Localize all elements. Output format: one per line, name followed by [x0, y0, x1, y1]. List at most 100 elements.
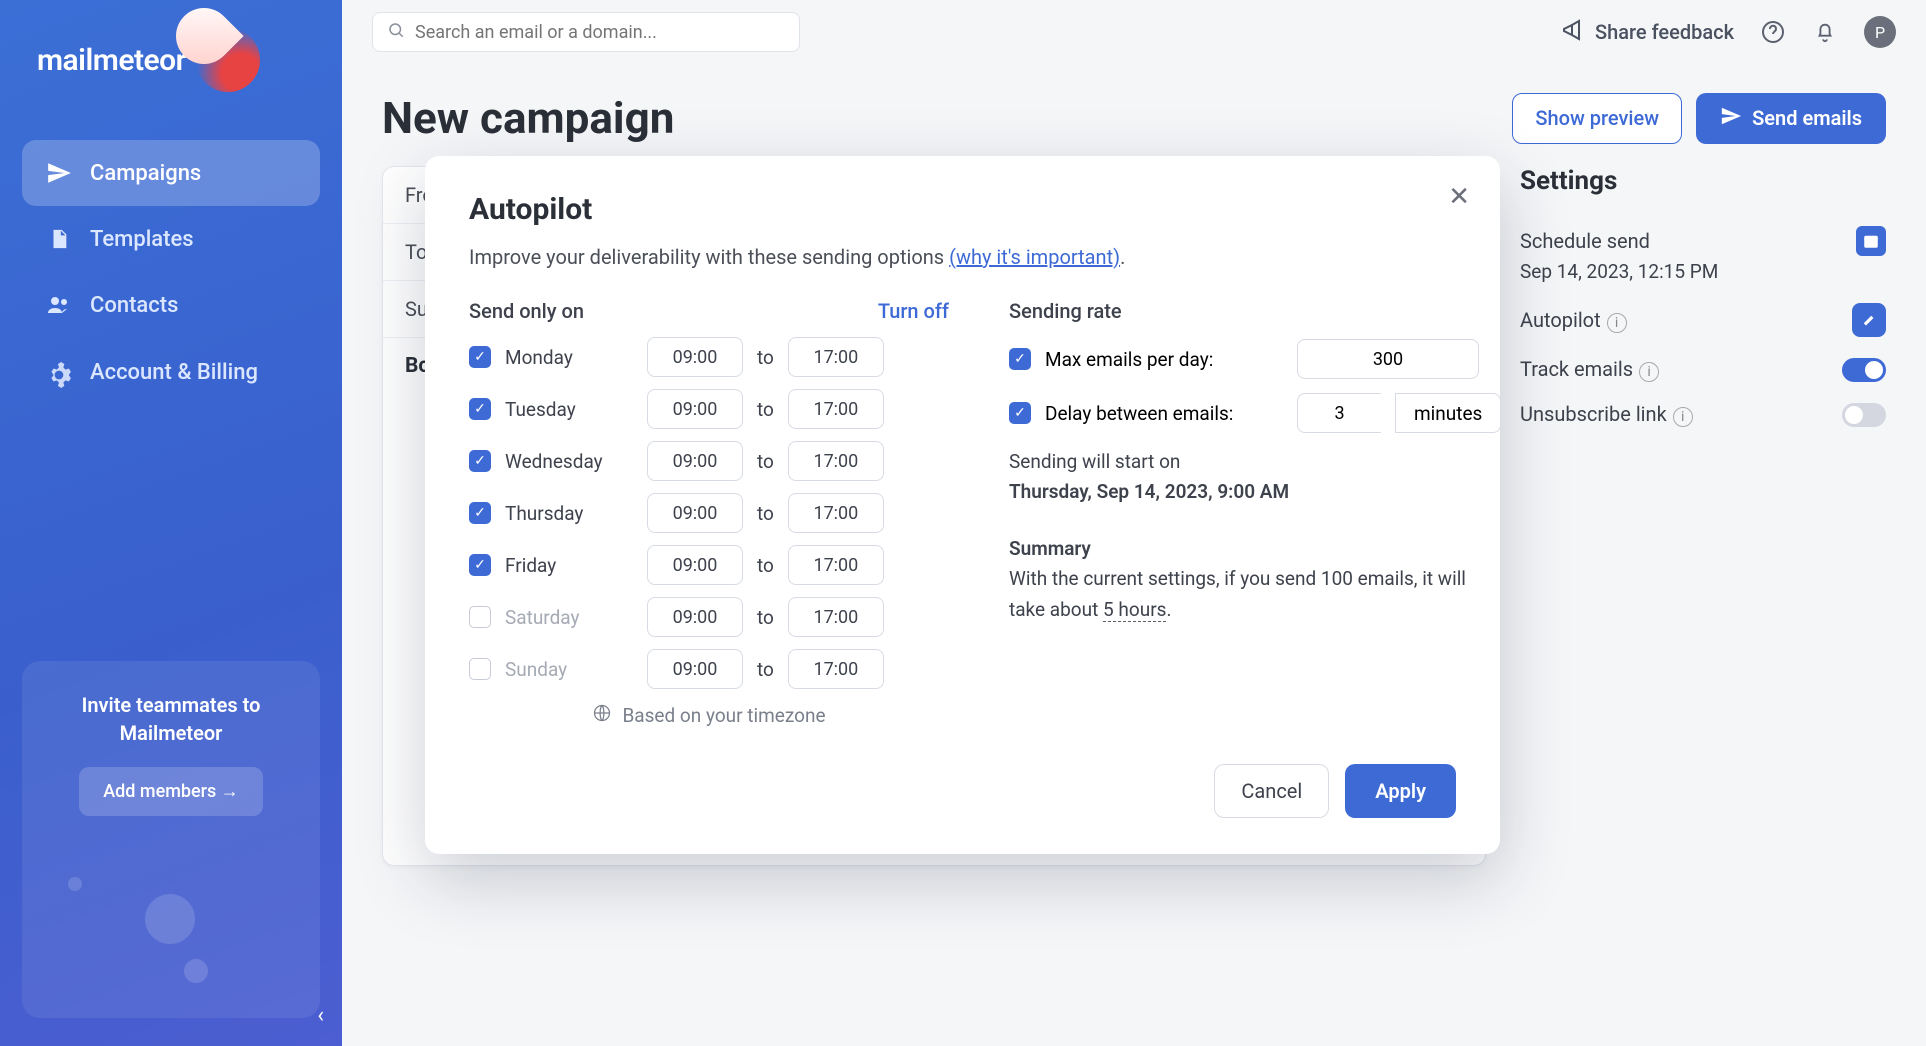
autopilot-edit-button[interactable]	[1852, 303, 1886, 337]
max-per-day-row: ✓ Max emails per day:	[1009, 339, 1501, 379]
wand-icon	[1860, 308, 1878, 332]
info-icon[interactable]: i	[1607, 313, 1627, 333]
info-icon[interactable]: i	[1673, 407, 1693, 427]
day-row-friday: ✓ Friday to	[469, 545, 949, 585]
sidebar-item-campaigns[interactable]: Campaigns	[22, 140, 320, 206]
day-label: Thursday	[505, 502, 633, 525]
sidebar-collapse-button[interactable]: ‹	[317, 1003, 324, 1028]
day-checkbox-sunday[interactable]	[469, 658, 491, 680]
day-checkbox-monday[interactable]: ✓	[469, 346, 491, 368]
paper-plane-icon	[46, 160, 72, 186]
sidebar-item-contacts[interactable]: Contacts	[22, 272, 320, 338]
add-members-button[interactable]: Add members →	[79, 767, 263, 816]
schedule-send-row[interactable]: Schedule send	[1520, 216, 1886, 266]
day-label: Sunday	[505, 658, 633, 681]
day-checkbox-tuesday[interactable]: ✓	[469, 398, 491, 420]
day-to-input[interactable]	[788, 441, 884, 481]
share-feedback-button[interactable]: Share feedback	[1561, 18, 1734, 47]
to-separator: to	[757, 502, 774, 525]
sidebar: mailmeteor Campaigns Templates Contacts …	[0, 0, 342, 1046]
delay-input[interactable]	[1297, 393, 1381, 433]
unsubscribe-toggle[interactable]	[1842, 403, 1886, 427]
sidebar-item-templates[interactable]: Templates	[22, 206, 320, 272]
info-icon[interactable]: i	[1639, 362, 1659, 382]
day-to-input[interactable]	[788, 337, 884, 377]
day-row-wednesday: ✓ Wednesday to	[469, 441, 949, 481]
day-from-input[interactable]	[647, 545, 743, 585]
day-from-input[interactable]	[647, 389, 743, 429]
to-separator: to	[757, 554, 774, 577]
delay-unit: minutes	[1395, 393, 1501, 433]
day-from-input[interactable]	[647, 649, 743, 689]
day-checkbox-saturday[interactable]	[469, 606, 491, 628]
rate-summary-column: Sending rate ✓ Max emails per day: ✓ Del…	[1009, 299, 1501, 728]
megaphone-icon	[1561, 18, 1585, 47]
gear-icon	[46, 362, 72, 388]
max-per-day-input[interactable]	[1297, 339, 1479, 379]
day-to-input[interactable]	[788, 597, 884, 637]
to-separator: to	[757, 606, 774, 629]
summary-duration[interactable]: 5 hours	[1103, 598, 1166, 622]
autopilot-row[interactable]: Autopiloti	[1520, 293, 1886, 347]
delay-checkbox[interactable]: ✓	[1009, 402, 1031, 424]
sidebar-item-account-billing[interactable]: Account & Billing	[22, 338, 320, 408]
apply-button[interactable]: Apply	[1345, 764, 1456, 818]
modal-close-button[interactable]: ✕	[1448, 182, 1470, 212]
modal-subtitle: Improve your deliverability with these s…	[469, 245, 1456, 269]
sidebar-item-label: Account & Billing	[90, 358, 258, 388]
day-from-input[interactable]	[647, 337, 743, 377]
help-icon[interactable]	[1760, 19, 1786, 45]
sending-rate-title: Sending rate	[1009, 299, 1501, 323]
delay-row: ✓ Delay between emails: minutes	[1009, 393, 1501, 433]
day-to-input[interactable]	[788, 545, 884, 585]
bell-icon[interactable]	[1812, 19, 1838, 45]
day-label: Wednesday	[505, 450, 633, 473]
search-input[interactable]	[415, 22, 785, 43]
to-separator: to	[757, 398, 774, 421]
to-separator: to	[757, 346, 774, 369]
day-to-input[interactable]	[788, 389, 884, 429]
brand-name: mailmeteor	[37, 43, 186, 78]
user-avatar[interactable]: P	[1864, 16, 1896, 48]
unsubscribe-row: Unsubscribe linki	[1520, 392, 1886, 437]
invite-title: Invite teammates to Mailmeteor	[42, 691, 300, 747]
autopilot-modal: ✕ Autopilot Improve your deliverability …	[425, 156, 1500, 854]
paper-plane-icon	[1720, 105, 1742, 132]
sidebar-item-label: Campaigns	[90, 161, 201, 186]
invite-teammates-card: Invite teammates to Mailmeteor Add membe…	[22, 661, 320, 1018]
turn-off-link[interactable]: Turn off	[878, 299, 949, 323]
cancel-button[interactable]: Cancel	[1214, 764, 1329, 818]
track-emails-row: Track emailsi	[1520, 347, 1886, 392]
day-to-input[interactable]	[788, 649, 884, 689]
brand-logo[interactable]: mailmeteor	[22, 28, 320, 92]
calendar-icon[interactable]	[1856, 226, 1886, 256]
day-label: Saturday	[505, 606, 633, 629]
day-checkbox-friday[interactable]: ✓	[469, 554, 491, 576]
day-to-input[interactable]	[788, 493, 884, 533]
day-checkbox-thursday[interactable]: ✓	[469, 502, 491, 524]
why-important-link[interactable]: (why it's important)	[949, 245, 1120, 269]
day-row-thursday: ✓ Thursday to	[469, 493, 949, 533]
day-label: Friday	[505, 554, 633, 577]
settings-title: Settings	[1520, 166, 1886, 196]
max-per-day-label: Max emails per day:	[1045, 348, 1283, 371]
day-row-sunday: Sunday to	[469, 649, 949, 689]
to-separator: to	[757, 658, 774, 681]
max-per-day-checkbox[interactable]: ✓	[1009, 348, 1031, 370]
track-emails-toggle[interactable]	[1842, 358, 1886, 382]
to-separator: to	[757, 450, 774, 473]
search-field[interactable]	[372, 12, 800, 52]
day-from-input[interactable]	[647, 441, 743, 481]
settings-panel: Settings Schedule send Sep 14, 2023, 12:…	[1520, 166, 1886, 866]
modal-title: Autopilot	[469, 192, 1456, 227]
timezone-note: Based on your timezone	[469, 703, 949, 728]
sidebar-item-label: Contacts	[90, 293, 178, 318]
schedule-send-value: Sep 14, 2023, 12:15 PM	[1520, 260, 1886, 283]
day-from-input[interactable]	[647, 493, 743, 533]
day-row-tuesday: ✓Tuesdayto	[469, 389, 949, 429]
send-emails-button[interactable]: Send emails	[1696, 93, 1886, 144]
summary-block: Summary With the current settings, if yo…	[1009, 534, 1501, 625]
show-preview-button[interactable]: Show preview	[1512, 93, 1682, 144]
day-from-input[interactable]	[647, 597, 743, 637]
day-checkbox-wednesday[interactable]: ✓	[469, 450, 491, 472]
